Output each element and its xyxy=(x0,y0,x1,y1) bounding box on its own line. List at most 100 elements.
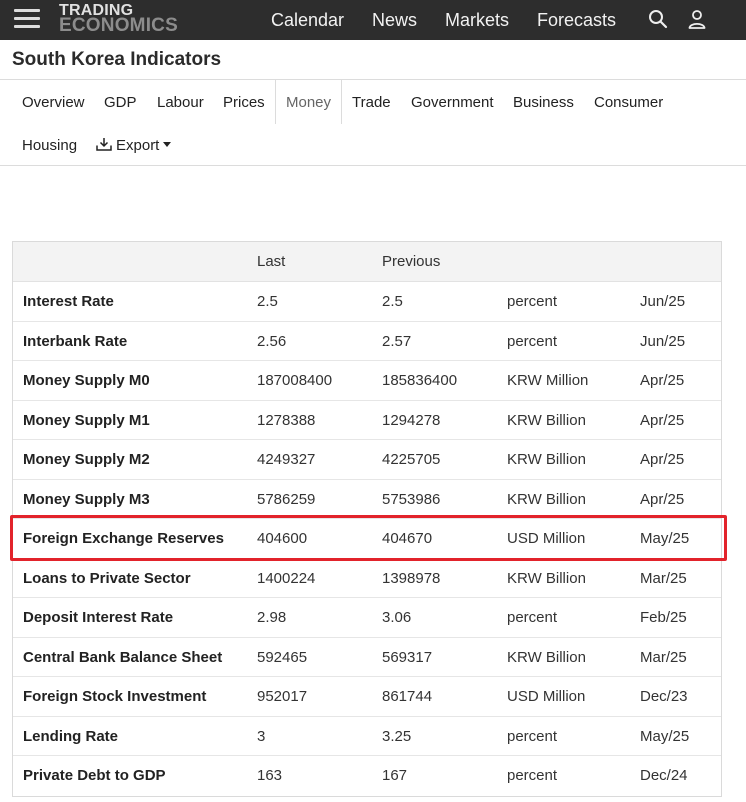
table-row[interactable]: Money Supply M0 187008400 185836400 KRW Mil… xyxy=(13,361,721,401)
reference-date: Apr/25 xyxy=(640,490,685,508)
previous-value: 2.57 xyxy=(382,332,412,350)
indicator-name[interactable]: Deposit Interest Rate xyxy=(23,609,173,626)
reference-date: May/25 xyxy=(640,530,690,547)
chevron-down-icon xyxy=(163,142,172,147)
indicator-name[interactable]: Private Debt to GDP xyxy=(23,767,166,784)
tab-consumer[interactable]: Consumer xyxy=(594,94,663,111)
unit: USD Million xyxy=(507,688,586,705)
last-value: 2.56 xyxy=(257,332,287,350)
table-row[interactable]: Money Supply M1 1278388 1294278 KRW Billion… xyxy=(13,401,721,440)
tab-overview[interactable]: Overview xyxy=(22,94,85,111)
indicator-name[interactable]: Money Supply M0 xyxy=(23,372,150,389)
indicator-name[interactable]: Interbank Rate xyxy=(23,333,127,350)
tab-government[interactable]: Government xyxy=(411,94,494,111)
table-row[interactable]: Foreign Stock Investment 952017 861744 USD … xyxy=(13,677,721,717)
previous-value: 404670 xyxy=(382,530,433,547)
last-value: 1278388 xyxy=(257,411,316,429)
last-value: 404600 xyxy=(257,530,308,547)
reference-date: Mar/25 xyxy=(640,569,687,587)
table-header: Last Previous xyxy=(13,242,721,282)
previous-value: 3.25 xyxy=(382,727,412,745)
indicator-name[interactable]: Money Supply M2 xyxy=(23,451,150,468)
unit: percent xyxy=(507,767,558,784)
last-value: 187008400 xyxy=(257,372,333,389)
previous-value: 2.5 xyxy=(382,293,403,310)
table-row[interactable]: Foreign Exchange Reserves 404600 404670 USD… xyxy=(13,519,721,559)
indicator-name[interactable]: Foreign Exchange Reserves xyxy=(23,530,224,547)
last-value: 1400224 xyxy=(257,569,316,587)
export-label: Export xyxy=(116,137,160,154)
hamburger-menu-icon[interactable] xyxy=(14,9,40,29)
tab-business[interactable]: Business xyxy=(513,94,574,111)
last-value: 163 xyxy=(257,767,283,784)
reference-date: Apr/25 xyxy=(640,451,685,468)
tab-prices[interactable]: Prices xyxy=(223,94,265,111)
tab-labour[interactable]: Labour xyxy=(157,94,204,111)
table-row[interactable]: Money Supply M2 4249327 4225705 KRW Billion… xyxy=(13,440,721,480)
logo-line-2: ECONOMICS xyxy=(59,15,178,36)
nav-forecasts-link[interactable]: Forecasts xyxy=(537,10,616,31)
unit: KRW Billion xyxy=(507,569,586,587)
unit: KRW Billion xyxy=(507,490,586,508)
indicator-name[interactable]: Interest Rate xyxy=(23,293,114,310)
reference-date: Dec/24 xyxy=(640,767,688,784)
unit: KRW Billion xyxy=(507,451,586,468)
reference-date: Jun/25 xyxy=(640,332,686,350)
indicator-name[interactable]: Money Supply M1 xyxy=(23,412,150,429)
indicator-name[interactable]: Lending Rate xyxy=(23,728,118,745)
divider xyxy=(0,165,746,166)
user-icon[interactable] xyxy=(687,9,707,29)
unit: KRW Billion xyxy=(507,648,586,666)
tab-housing[interactable]: Housing xyxy=(22,137,77,154)
previous-value: 185836400 xyxy=(382,372,458,389)
reference-date: Dec/23 xyxy=(640,688,688,705)
tab-money[interactable]: Money xyxy=(286,94,331,111)
tab-trade[interactable]: Trade xyxy=(352,94,391,111)
indicator-name[interactable]: Money Supply M3 xyxy=(23,491,150,508)
last-value: 592465 xyxy=(257,648,308,666)
tab-gdp[interactable]: GDP xyxy=(104,94,137,111)
unit: percent xyxy=(507,332,558,350)
top-navbar: TRADING ECONOMICS Calendar News Markets … xyxy=(0,0,746,40)
indicators-table: Last Previous Interest Rate 2.5 2.5 percent… xyxy=(12,241,722,797)
table-row[interactable]: Central Bank Balance Sheet 592465 569317 KR… xyxy=(13,638,721,677)
unit: percent xyxy=(507,727,558,745)
previous-value: 4225705 xyxy=(382,451,441,468)
unit: percent xyxy=(507,609,558,626)
table-row[interactable]: Money Supply M3 5786259 5753986 KRW Billion… xyxy=(13,480,721,519)
previous-value: 5753986 xyxy=(382,490,441,508)
column-header-last: Last xyxy=(257,253,286,270)
previous-value: 3.06 xyxy=(382,609,412,626)
indicator-name[interactable]: Central Bank Balance Sheet xyxy=(23,649,222,666)
reference-date: Mar/25 xyxy=(640,648,687,666)
previous-value: 569317 xyxy=(382,648,433,666)
divider xyxy=(0,79,746,80)
download-icon[interactable] xyxy=(96,137,112,151)
last-value: 2.5 xyxy=(257,293,278,310)
export-dropdown[interactable]: Export xyxy=(116,137,172,154)
page-title: South Korea Indicators xyxy=(12,49,222,70)
search-icon[interactable] xyxy=(648,9,668,29)
last-value: 952017 xyxy=(257,688,308,705)
last-value: 2.98 xyxy=(257,609,287,626)
table-row[interactable]: Interest Rate 2.5 2.5 percent Jun/25 xyxy=(13,282,721,322)
previous-value: 1398978 xyxy=(382,569,441,587)
reference-date: Feb/25 xyxy=(640,609,687,626)
table-row[interactable]: Interbank Rate 2.56 2.57 percent Jun/25 xyxy=(13,322,721,361)
table-row[interactable]: Private Debt to GDP 163 167 percent Dec/24 xyxy=(13,756,721,796)
unit: USD Million xyxy=(507,530,586,547)
nav-calendar-link[interactable]: Calendar xyxy=(271,10,344,31)
table-row[interactable]: Loans to Private Sector 1400224 1398978 KRW… xyxy=(13,559,721,598)
nav-markets-link[interactable]: Markets xyxy=(445,10,509,31)
indicator-name[interactable]: Loans to Private Sector xyxy=(23,570,191,587)
nav-news-link[interactable]: News xyxy=(372,10,417,31)
trading-economics-logo[interactable]: TRADING ECONOMICS xyxy=(59,3,178,36)
previous-value: 167 xyxy=(382,767,408,784)
unit: KRW Billion xyxy=(507,411,586,429)
table-row[interactable]: Lending Rate 3 3.25 percent May/25 xyxy=(13,717,721,756)
previous-value: 1294278 xyxy=(382,411,441,429)
table-row[interactable]: Deposit Interest Rate 2.98 3.06 percent Feb/… xyxy=(13,598,721,638)
indicator-name[interactable]: Foreign Stock Investment xyxy=(23,688,206,705)
last-value: 4249327 xyxy=(257,451,316,468)
reference-date: Apr/25 xyxy=(640,372,685,389)
